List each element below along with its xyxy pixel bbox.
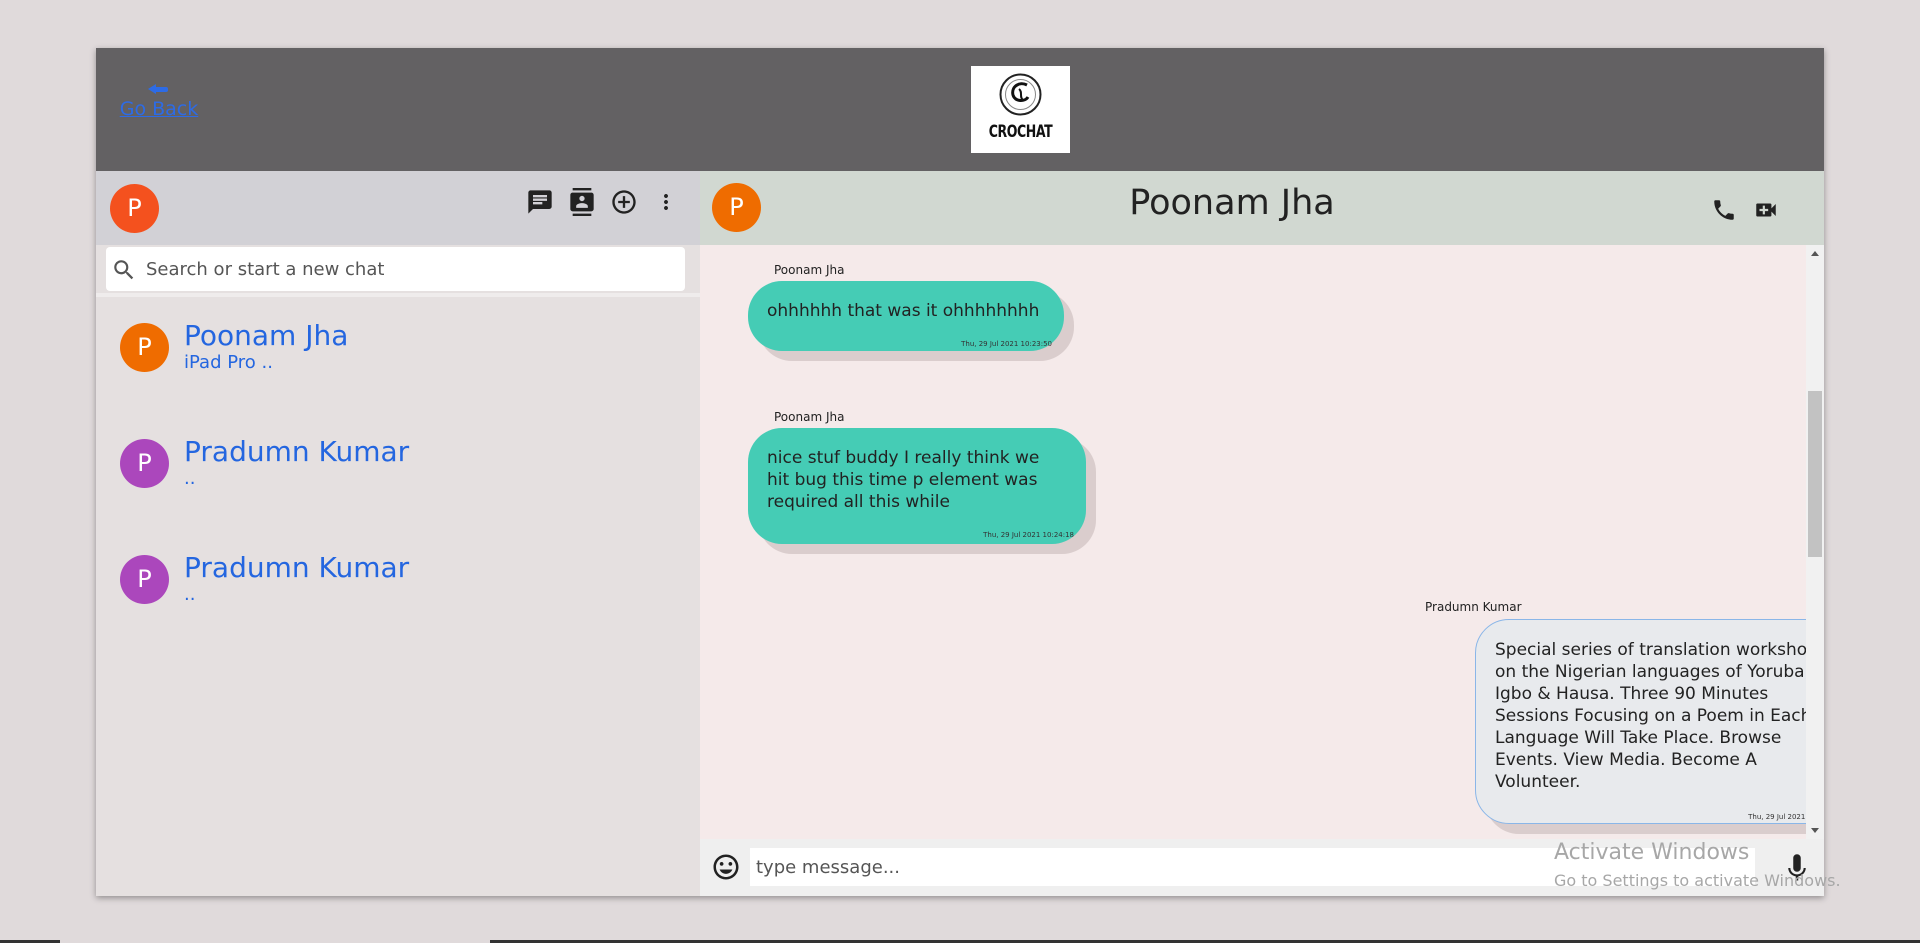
message-line: Special series of translation workshops xyxy=(1495,640,1824,660)
message-line: Sessions Focusing on a Poem in Each xyxy=(1495,706,1812,726)
message-bubble: nice stuf buddy I really think we hit bu… xyxy=(748,428,1086,544)
user-avatar[interactable]: P xyxy=(110,184,159,233)
message-sender: Pradumn Kumar xyxy=(1425,600,1522,614)
phone-call-icon[interactable] xyxy=(1709,195,1739,225)
message-line: required all this while xyxy=(767,492,950,512)
crochat-logo: CROCHAT xyxy=(971,66,1070,153)
message-text: nice stuf buddy I really think we hit bu… xyxy=(767,447,1039,513)
message-line: Igbo & Hausa. Three 90 Minutes xyxy=(1495,684,1769,704)
video-call-icon[interactable] xyxy=(1751,195,1781,225)
add-circle-icon[interactable] xyxy=(607,184,640,220)
sidebar-actions xyxy=(523,184,682,220)
contacts-icon[interactable] xyxy=(565,184,598,220)
last-message-preview: .. xyxy=(184,468,196,489)
chat-header: P Poonam Jha xyxy=(700,171,1824,245)
contact-name: Pradumn Kumar xyxy=(184,551,410,584)
chat-title: Poonam Jha xyxy=(1129,183,1335,223)
contact-avatar: P xyxy=(120,555,169,604)
chat-panel: P Poonam Jha Poonam Jha ohhhhhh that was… xyxy=(700,171,1824,896)
message-timestamp: Thu, 29 Jul 2021 10:24:18 xyxy=(983,531,1074,539)
chat-list-item[interactable]: P Pradumn Kumar .. xyxy=(96,435,700,515)
contact-avatar: P xyxy=(120,439,169,488)
message-line: Language Will Take Place. Browse xyxy=(1495,728,1782,748)
go-back-link[interactable]: Go Back xyxy=(119,84,199,120)
watermark-title: Activate Windows xyxy=(1554,840,1750,865)
chat-list-item[interactable]: P Pradumn Kumar .. xyxy=(96,551,700,631)
message-sender: Poonam Jha xyxy=(774,410,845,424)
contact-name: Poonam Jha xyxy=(184,319,349,352)
contact-name: Pradumn Kumar xyxy=(184,435,410,468)
sidebar-header: P xyxy=(96,171,700,245)
message-sender: Poonam Jha xyxy=(774,263,845,277)
search-divider xyxy=(96,293,700,297)
logo-text: CROCHAT xyxy=(988,122,1053,142)
last-message-preview: iPad Pro .. xyxy=(184,352,273,373)
scrollbar-thumb[interactable] xyxy=(1808,391,1822,557)
more-vert-icon[interactable] xyxy=(649,184,682,220)
message-scrollbar[interactable] xyxy=(1806,245,1824,839)
chat-icon[interactable] xyxy=(523,184,556,220)
message-timestamp: Thu, 29 Jul 2021 10:23:50 xyxy=(961,340,1052,348)
message-line: on the Nigerian languages of Yoruba, xyxy=(1495,662,1810,682)
go-back-label: Go Back xyxy=(119,98,199,120)
sidebar: P P Poonam Jha xyxy=(96,171,700,896)
emoji-icon[interactable] xyxy=(711,852,741,882)
top-bar: Go Back CROCHAT xyxy=(96,48,1824,171)
scroll-up-arrow-icon[interactable] xyxy=(1811,251,1819,256)
logo-emblem-icon xyxy=(999,73,1042,116)
message-line: Volunteer. xyxy=(1495,772,1581,792)
back-arrow-icon xyxy=(148,84,170,94)
search-bar xyxy=(106,247,685,291)
message-line: nice stuf buddy I really think we xyxy=(767,448,1040,468)
message-text: Special series of translation workshops … xyxy=(1495,639,1824,793)
message-bubble: Special series of translation workshops … xyxy=(1475,619,1824,824)
scroll-down-arrow-icon[interactable] xyxy=(1811,828,1819,833)
message-list[interactable]: Poonam Jha ohhhhhh that was it ohhhhhhhh… xyxy=(700,245,1824,839)
message-bubble: ohhhhhh that was it ohhhhhhhh Thu, 29 Ju… xyxy=(748,281,1064,351)
watermark-subtitle: Go to Settings to activate Windows. xyxy=(1554,871,1841,890)
contact-avatar: P xyxy=(120,323,169,372)
search-icon xyxy=(114,260,134,280)
message-line: Events. View Media. Become A xyxy=(1495,750,1757,770)
message-line: hit bug this time p element was xyxy=(767,470,1038,490)
chat-app-window: Go Back CROCHAT P Search or start a new … xyxy=(96,48,1824,896)
search-input[interactable] xyxy=(146,256,666,282)
message-text: ohhhhhh that was it ohhhhhhhh xyxy=(767,301,1040,321)
activate-windows-watermark: Activate Windows Go to Settings to activ… xyxy=(1554,839,1841,893)
chat-list-item[interactable]: P Poonam Jha iPad Pro .. xyxy=(96,319,700,399)
last-message-preview: .. xyxy=(184,584,196,605)
